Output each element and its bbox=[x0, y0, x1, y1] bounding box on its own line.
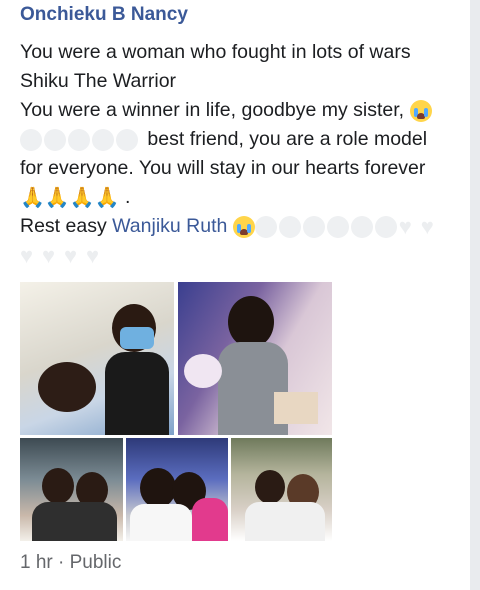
crying-face-icon bbox=[409, 99, 432, 122]
crying-face-icon bbox=[278, 215, 301, 238]
post-photo-5[interactable] bbox=[231, 438, 332, 541]
heart-icon: ♥ bbox=[86, 242, 100, 268]
post-author-name[interactable]: Onchieku B Nancy bbox=[20, 4, 188, 26]
person-figure bbox=[130, 504, 192, 541]
person-figure bbox=[228, 296, 274, 348]
crying-face-icon bbox=[44, 128, 66, 151]
post-photo-1[interactable] bbox=[20, 282, 174, 435]
person-figure bbox=[245, 502, 325, 541]
person-figure bbox=[255, 470, 285, 504]
person-figure bbox=[192, 498, 228, 541]
crying-face-icon bbox=[374, 215, 397, 238]
post-line-8: ♥ ♥ ♥ ♥ bbox=[20, 241, 460, 270]
post-line-5: for everyone. You will stay in our heart… bbox=[20, 157, 426, 179]
face-mask bbox=[120, 327, 154, 349]
person-figure bbox=[38, 362, 96, 412]
post-line-1: You were a woman who fought in lots of w… bbox=[20, 41, 411, 63]
heart-icon: ♥ bbox=[42, 242, 56, 268]
heart-icon: ♥ bbox=[20, 242, 34, 268]
rest-easy-text: Rest easy bbox=[20, 215, 107, 237]
heart-icon: ♥ bbox=[64, 242, 78, 268]
person-figure bbox=[32, 502, 117, 541]
crying-face-icon bbox=[92, 128, 114, 151]
crying-face-icon bbox=[302, 215, 325, 238]
heart-icon: ♥ bbox=[398, 213, 412, 239]
post-photo-4[interactable] bbox=[126, 438, 228, 541]
post-line-6-tail: . bbox=[125, 186, 131, 208]
post-line-3: You were a winner in life, goodbye my si… bbox=[20, 96, 460, 125]
post-photo-3[interactable] bbox=[20, 438, 123, 541]
post-meta[interactable]: 1 hr · Public bbox=[20, 552, 121, 574]
crying-face-icon bbox=[254, 215, 277, 238]
person-figure bbox=[140, 468, 176, 508]
post-line-2: Shiku The Warrior bbox=[20, 70, 177, 92]
post-line-4-text: best friend, you are a role model bbox=[147, 128, 428, 150]
crying-face-icon bbox=[232, 215, 255, 238]
post-line-7: Rest easy Wanjiku Ruth ♥ ♥ bbox=[20, 212, 460, 241]
crying-face-icon bbox=[326, 215, 349, 238]
cake-box bbox=[274, 392, 318, 424]
crying-face-icon bbox=[68, 128, 90, 151]
heart-icon: ♥ bbox=[420, 213, 434, 239]
person-figure bbox=[105, 352, 169, 435]
tagged-user-link[interactable]: Wanjiku Ruth bbox=[112, 215, 227, 237]
flower-bouquet bbox=[184, 354, 222, 388]
post-line-6: 🙏🙏🙏🙏 . bbox=[20, 183, 460, 212]
post-line-3-text: You were a winner in life, goodbye my si… bbox=[20, 99, 405, 121]
person-figure bbox=[42, 468, 74, 504]
post-line-4: best friend, you are a role model bbox=[20, 125, 460, 154]
folded-hands-icon: 🙏 bbox=[20, 186, 45, 209]
post-photo-2[interactable] bbox=[178, 282, 332, 435]
folded-hands-icon: 🙏🙏🙏 bbox=[44, 186, 120, 209]
crying-face-icon bbox=[116, 128, 138, 151]
crying-face-icon bbox=[350, 215, 373, 238]
post-text: You were a woman who fought in lots of w… bbox=[20, 38, 460, 270]
facebook-post: Onchieku B Nancy You were a woman who fo… bbox=[0, 0, 470, 590]
crying-face-icon bbox=[20, 128, 42, 151]
